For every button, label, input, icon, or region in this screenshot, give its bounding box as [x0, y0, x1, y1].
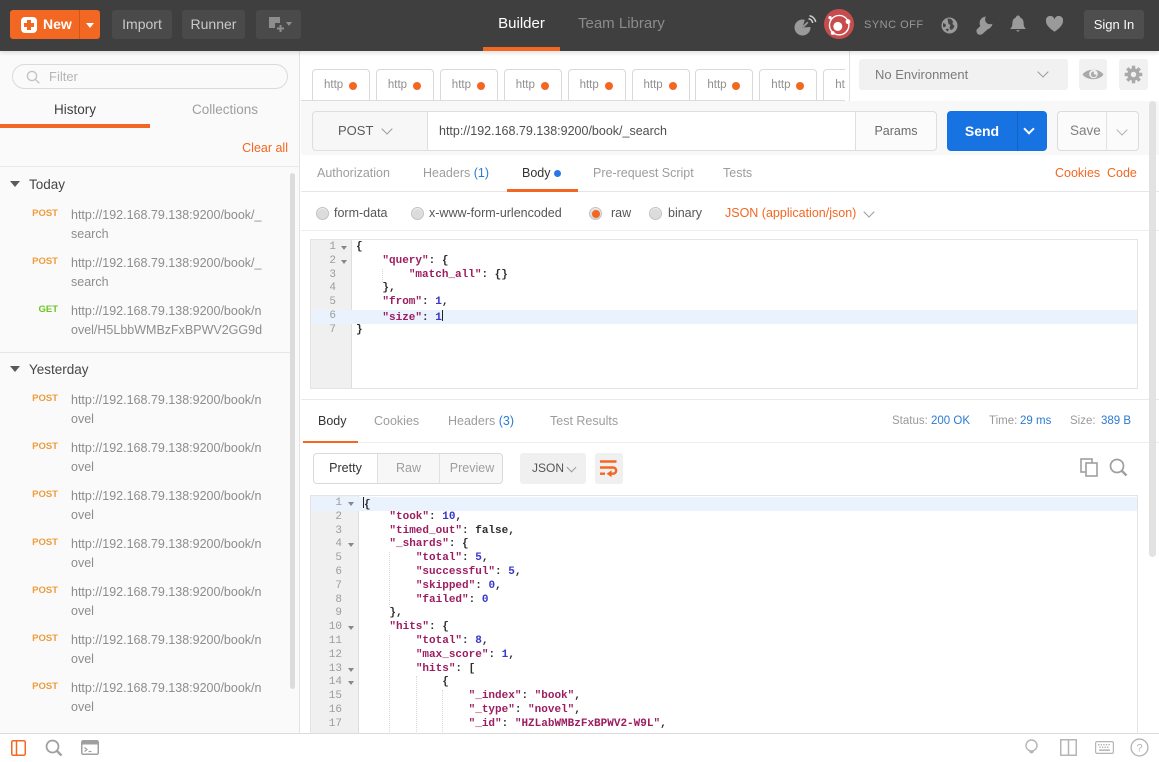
svg-text:?: ?	[1136, 743, 1142, 755]
